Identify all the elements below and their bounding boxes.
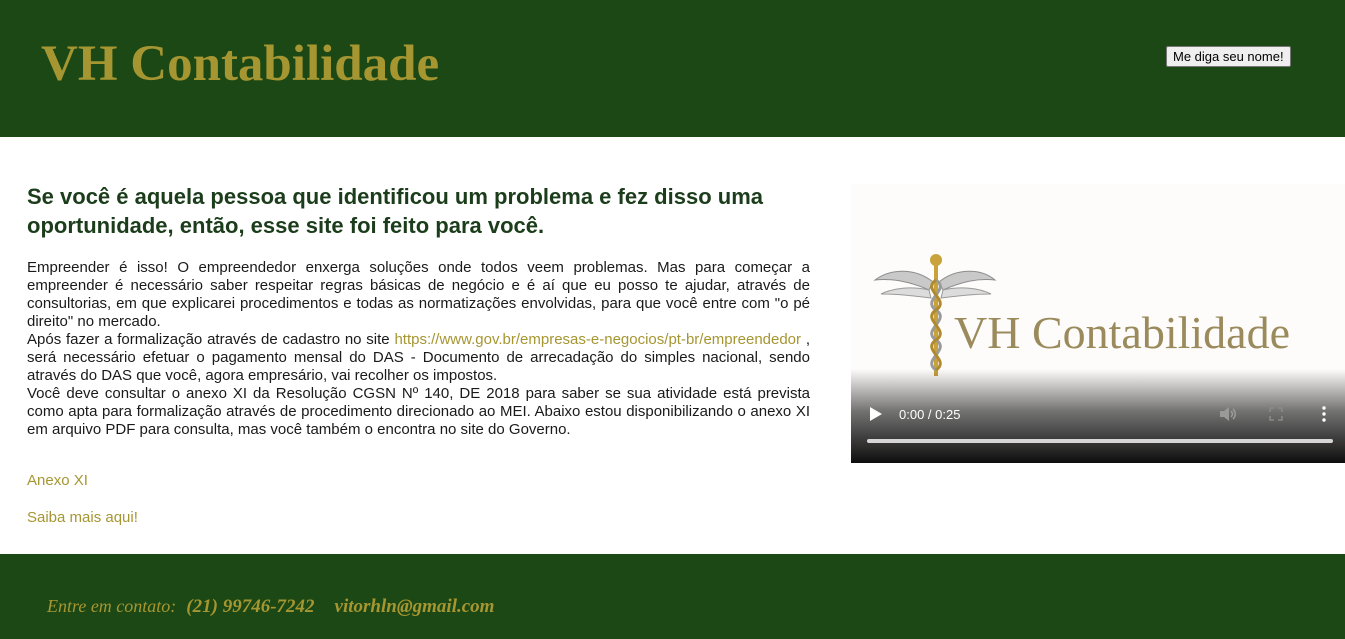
gov-br-link[interactable]: https://www.gov.br/empresas-e-negocios/p… <box>394 331 801 348</box>
paragraph-formalizacao: Após fazer a formalização através de cad… <box>27 331 810 385</box>
play-icon[interactable] <box>869 406 883 422</box>
contact-email: vitorhln@gmail.com <box>334 596 495 617</box>
fullscreen-icon[interactable] <box>1269 407 1283 421</box>
paragraph-formalizacao-start: Após fazer a formalização através de cad… <box>27 331 395 348</box>
volume-icon[interactable] <box>1219 406 1237 422</box>
contact-phone: (21) 99746-7242 <box>186 596 315 617</box>
site-header: VH Contabilidade Me diga seu nome! <box>0 0 1345 137</box>
paragraph-empreender: Empreender é isso! O empreendedor enxerg… <box>27 259 810 330</box>
anexo-xi-link[interactable]: Anexo XI <box>27 472 88 489</box>
tell-name-button[interactable]: Me diga seu nome! <box>1166 46 1291 67</box>
paragraph-anexo: Você deve consultar o anexo XI da Resolu… <box>27 385 810 438</box>
video-time: 0:00 / 0:25 <box>899 407 961 422</box>
video-logo-text: VH Contabilidade <box>954 307 1290 358</box>
contact-label: Entre em contato: <box>47 596 177 616</box>
more-options-icon[interactable] <box>1320 406 1328 422</box>
saiba-mais-link[interactable]: Saiba mais aqui! <box>27 509 138 526</box>
page-headline: Se você é aquela pessoa que identificou … <box>27 184 763 238</box>
contact-info: Entre em contato: (21) 99746-7242 vitorhln… <box>47 596 494 618</box>
video-player[interactable]: VH Contabilidade 0:00 / 0:25 <box>851 184 1345 463</box>
video-progress-bar[interactable] <box>867 439 1333 443</box>
intro-text: Empreender é isso! O empreendedor enxerg… <box>27 259 810 439</box>
site-title: VH Contabilidade <box>41 36 440 92</box>
site-footer: Entre em contato: (21) 99746-7242 vitorhln… <box>0 554 1345 639</box>
